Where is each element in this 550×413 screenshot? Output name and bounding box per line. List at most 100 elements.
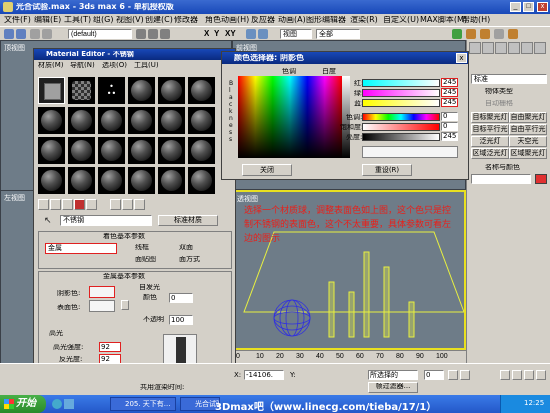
motion-tab-icon[interactable] (508, 42, 520, 54)
menu-graph-editors[interactable]: 图形编辑器 (306, 16, 346, 24)
reset-color-button[interactable]: 重设(R) (362, 164, 412, 176)
name-color-rollout[interactable]: 名称与颜色 (485, 164, 520, 171)
render-scene-icon[interactable] (466, 29, 476, 39)
sample-slot[interactable] (128, 167, 155, 194)
sample-slot[interactable] (158, 107, 185, 134)
autogrid-checkbox[interactable]: 自动栅格 (485, 100, 513, 107)
blue-field[interactable]: 245 (441, 98, 458, 107)
viewport-top-label[interactable]: 顶视图 (4, 43, 25, 53)
sample-slot[interactable] (68, 77, 95, 104)
sample-slot[interactable] (188, 77, 215, 104)
axis-xy-button[interactable]: XY (225, 30, 236, 38)
object-color-swatch[interactable] (535, 174, 547, 184)
utilities-tab-icon[interactable] (534, 42, 546, 54)
menu-customize[interactable]: 自定义(U) (383, 16, 419, 24)
menu-maxscript[interactable]: MAX脚本(M) (420, 16, 467, 24)
reference-coord-dropdown[interactable]: 视图 (280, 29, 312, 39)
move-icon[interactable] (148, 29, 158, 39)
menu-create[interactable]: 创建(C) (145, 16, 173, 24)
menu-file[interactable]: 文件(F) (4, 16, 31, 24)
close-button[interactable]: x (537, 2, 548, 12)
selection-set-dropdown[interactable]: (default) (68, 29, 132, 39)
pick-material-icon[interactable]: ↖ (44, 216, 54, 226)
orbit-icon[interactable] (524, 370, 534, 380)
undo-icon[interactable] (4, 29, 14, 39)
redo-icon[interactable] (16, 29, 26, 39)
get-material-icon[interactable] (38, 199, 49, 210)
maximize-viewport-icon[interactable] (536, 370, 546, 380)
menu-help[interactable]: 帮助(H) (462, 16, 490, 24)
wire-checkbox[interactable]: 线框 (135, 244, 149, 251)
shader-rollout-title[interactable]: 着色基本参数 (103, 233, 145, 240)
mirror-icon[interactable] (246, 29, 256, 39)
play-icon[interactable] (448, 370, 458, 380)
close-color-button[interactable]: 关闭 (242, 164, 292, 176)
minimize-button[interactable]: _ (510, 2, 521, 12)
faceted-checkbox[interactable]: 面方式 (179, 256, 200, 263)
modify-tab-icon[interactable] (482, 42, 494, 54)
task-item-browser[interactable]: 205. 天下有... (110, 397, 176, 411)
go-to-parent-icon[interactable] (122, 199, 133, 210)
sample-slot[interactable] (98, 137, 125, 164)
select-icon[interactable] (136, 29, 146, 39)
material-type-button[interactable]: 标准材质 (158, 215, 218, 226)
maximize-button[interactable]: □ (523, 2, 534, 12)
value-field[interactable]: 245 (441, 132, 458, 141)
sample-slot[interactable] (68, 107, 95, 134)
mated-menu-utilities[interactable]: 工具(U) (134, 62, 159, 69)
start-button[interactable]: 开始 (0, 395, 46, 413)
red-slider[interactable] (362, 79, 440, 87)
quick-render-icon[interactable] (480, 29, 490, 39)
sample-slot[interactable] (188, 107, 215, 134)
mated-menu-navigation[interactable]: 导航(N) (70, 62, 95, 69)
quicklaunch-desktop-icon[interactable] (64, 399, 74, 409)
diffuse-map-button[interactable] (121, 300, 129, 310)
material-editor-title-bar[interactable]: Material Editor - 不锈钢 (34, 49, 235, 60)
timeline-ruler[interactable]: 0 10 20 30 40 50 60 70 80 90 100 (232, 350, 466, 363)
sample-slot[interactable] (38, 107, 65, 134)
filter-dropdown[interactable]: 全部 (316, 29, 360, 39)
object-name-field[interactable] (471, 174, 531, 184)
pan-icon[interactable] (512, 370, 522, 380)
opacity-field[interactable]: 100 (169, 315, 193, 325)
menu-animation[interactable]: 动画(A) (278, 16, 306, 24)
display-tab-icon[interactable] (521, 42, 533, 54)
sample-slot[interactable] (158, 77, 185, 104)
menu-modifiers[interactable]: 修改器 (174, 16, 198, 24)
material-editor-icon[interactable] (452, 29, 462, 39)
self-illum-color-checkbox[interactable]: 颜色 (143, 294, 157, 301)
skylight-button[interactable]: 天空光 (509, 136, 547, 147)
area-spot-button[interactable]: 区域聚光灯 (509, 148, 547, 159)
sample-slot[interactable] (68, 137, 95, 164)
sample-slot[interactable] (38, 77, 65, 104)
menu-reactor[interactable]: 反应器 (251, 16, 275, 24)
task-item-max[interactable]: 光合试验 (180, 397, 220, 411)
menu-character[interactable]: 角色动画(H) (205, 16, 249, 24)
put-to-scene-icon[interactable] (50, 199, 61, 210)
key-mode-dropdown[interactable]: 所选择的 (368, 370, 418, 380)
key-filter-button[interactable]: 帧过滤器... (368, 382, 418, 393)
sample-slot[interactable] (38, 167, 65, 194)
assign-material-icon[interactable] (62, 199, 73, 210)
self-illum-field[interactable]: 0 (169, 293, 193, 303)
sample-slot[interactable] (128, 107, 155, 134)
link-icon[interactable] (30, 29, 40, 39)
blue-slider[interactable] (362, 99, 440, 107)
sample-slot[interactable] (158, 167, 185, 194)
sample-slot[interactable] (128, 77, 155, 104)
target-spot-button[interactable]: 目标聚光灯 (471, 112, 509, 123)
sample-slot[interactable] (128, 137, 155, 164)
quicklaunch-ie-icon[interactable] (52, 399, 62, 409)
mated-menu-material[interactable]: 材质(M) (38, 62, 64, 69)
go-forward-icon[interactable] (134, 199, 145, 210)
shader-dropdown[interactable]: 金属 (45, 243, 117, 254)
target-direct-button[interactable]: 目标平行光 (471, 124, 509, 135)
red-field[interactable]: 245 (441, 78, 458, 87)
sample-slot[interactable]: • •• (98, 77, 125, 104)
hue-spectrum[interactable] (238, 76, 342, 158)
mated-menu-options[interactable]: 选项(O) (102, 62, 127, 69)
object-type-rollout[interactable]: 物体类型 (485, 88, 513, 95)
x-coord-field[interactable]: -14106. (244, 370, 284, 380)
axis-x-button[interactable]: X (204, 30, 209, 38)
value-slider[interactable] (362, 133, 440, 141)
